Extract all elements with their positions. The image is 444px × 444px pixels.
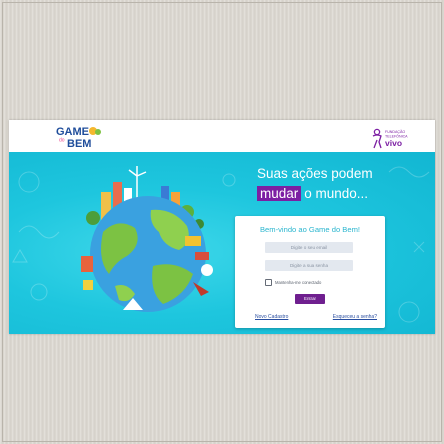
email-field[interactable] [265, 242, 353, 253]
svg-text:GAME: GAME [56, 126, 89, 138]
fundacao-telefonica-vivo-logo[interactable]: FUNDAÇÃO TELEFÔNICA vivo [371, 126, 429, 150]
login-card: Bem-vindo ao Game do Bem! Mantenha-me co… [235, 216, 385, 328]
password-field[interactable] [265, 260, 353, 271]
site-header: GAME do BEM FUNDAÇÃO TELEFÔNICA vivo [9, 120, 435, 152]
hero-tagline-line2: mudar o mundo... [257, 186, 368, 201]
earth-globe-illustration [81, 166, 213, 312]
tagline-highlight: mudar [257, 186, 302, 201]
website-screenshot: GAME do BEM FUNDAÇÃO TELEFÔNICA vivo Sua… [9, 120, 435, 334]
remember-me[interactable]: Mantenha-me conectado [265, 278, 321, 286]
hero-banner: Suas ações podem mudar o mundo... Bem-vin… [9, 152, 435, 334]
register-link[interactable]: Novo Cadastro [255, 314, 288, 320]
svg-text:BEM: BEM [67, 138, 91, 150]
hero-tagline-line1: Suas ações podem [257, 166, 373, 181]
partner-text-vivo: vivo [385, 138, 402, 148]
svg-text:do: do [59, 138, 65, 144]
remember-me-label: Mantenha-me conectado [275, 279, 322, 285]
game-do-bem-logo[interactable]: GAME do BEM [55, 124, 105, 150]
partner-text-1: FUNDAÇÃO [385, 129, 405, 134]
login-button[interactable]: Entrar [295, 294, 325, 304]
login-title: Bem-vindo ao Game do Bem! [259, 225, 361, 234]
remember-me-checkbox[interactable] [265, 278, 272, 286]
forgot-password-link[interactable]: Esqueceu a senha? [333, 314, 377, 320]
tagline-rest: o mundo... [304, 186, 369, 201]
